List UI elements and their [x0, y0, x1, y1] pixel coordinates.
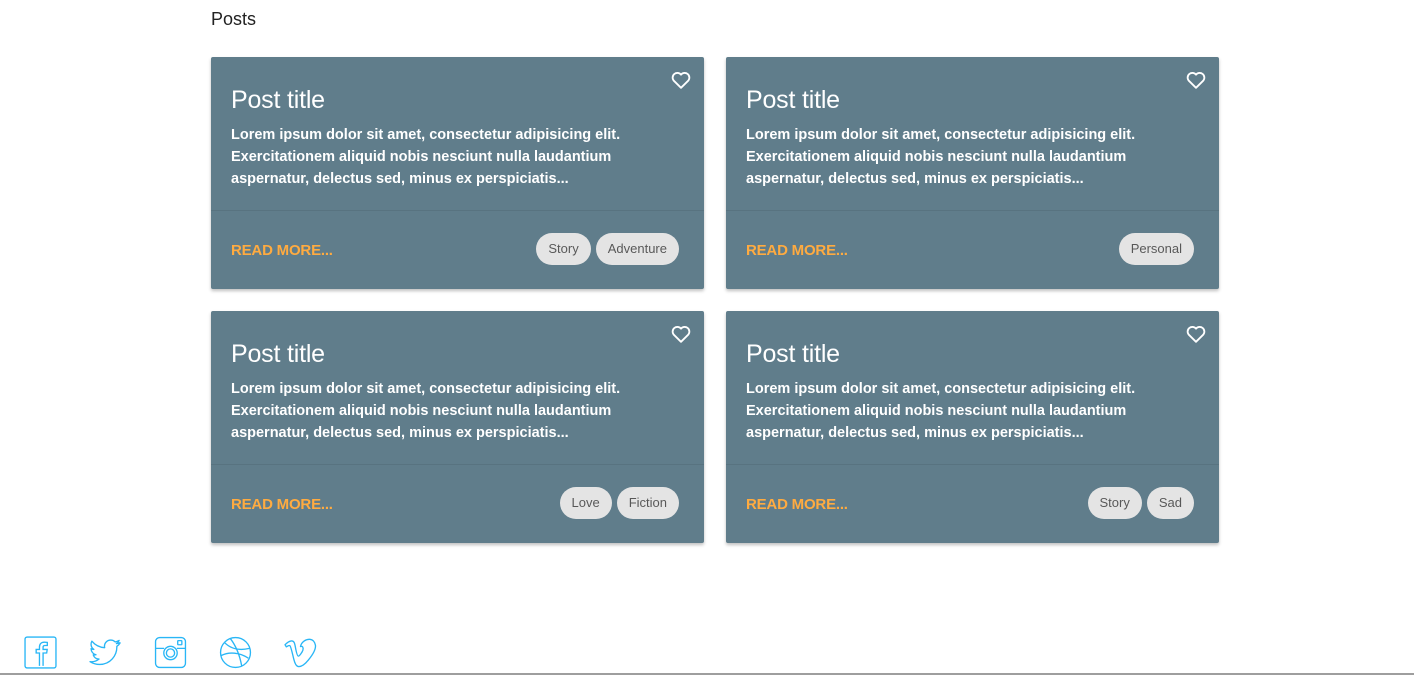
tag-list: Story Sad [1087, 486, 1194, 519]
read-more-link[interactable]: READ MORE... [231, 242, 333, 259]
tag-chip[interactable]: Love [559, 486, 612, 519]
tag-chip[interactable]: Fiction [616, 486, 679, 519]
post-card-footer: READ MORE... Story Sad [726, 465, 1219, 542]
tag-chip[interactable]: Story [536, 232, 591, 265]
tag-list: Love Fiction [559, 486, 679, 519]
instagram-icon[interactable] [154, 636, 187, 669]
post-card-footer: READ MORE... Personal [726, 211, 1219, 288]
tag-chip[interactable]: Personal [1118, 232, 1194, 265]
vimeo-icon[interactable] [284, 636, 317, 669]
post-excerpt: Lorem ipsum dolor sit amet, consectetur … [746, 127, 1136, 187]
post-excerpt: Lorem ipsum dolor sit amet, consectetur … [231, 381, 621, 441]
post-card-body: Post title Lorem ipsum dolor sit amet, c… [211, 311, 704, 465]
tag-chip[interactable]: Adventure [595, 232, 679, 265]
posts-grid: Post title Lorem ipsum dolor sit amet, c… [211, 57, 1219, 543]
heart-icon[interactable] [1185, 323, 1207, 345]
post-card: Post title Lorem ipsum dolor sit amet, c… [211, 57, 704, 289]
post-card-footer: READ MORE... Story Adventure [211, 211, 704, 288]
facebook-icon[interactable] [24, 636, 57, 669]
post-card: Post title Lorem ipsum dolor sit amet, c… [726, 57, 1219, 289]
post-card: Post title Lorem ipsum dolor sit amet, c… [726, 311, 1219, 543]
dribbble-icon[interactable] [219, 636, 252, 669]
social-links [24, 636, 349, 669]
post-title: Post title [231, 86, 325, 114]
tag-list: Personal [1118, 232, 1194, 265]
twitter-icon[interactable] [89, 636, 122, 669]
post-title: Post title [231, 340, 325, 368]
post-excerpt: Lorem ipsum dolor sit amet, consectetur … [746, 381, 1136, 441]
post-excerpt: Lorem ipsum dolor sit amet, consectetur … [231, 127, 621, 187]
read-more-link[interactable]: READ MORE... [746, 496, 848, 513]
post-title: Post title [746, 340, 840, 368]
heart-icon[interactable] [670, 69, 692, 91]
post-card-body: Post title Lorem ipsum dolor sit amet, c… [211, 57, 704, 211]
post-card: Post title Lorem ipsum dolor sit amet, c… [211, 311, 704, 543]
post-card-footer: READ MORE... Love Fiction [211, 465, 704, 542]
read-more-link[interactable]: READ MORE... [746, 242, 848, 259]
read-more-link[interactable]: READ MORE... [231, 496, 333, 513]
page-title: Posts [211, 9, 257, 29]
tag-chip[interactable]: Story [1087, 486, 1142, 519]
tag-list: Story Adventure [536, 232, 679, 265]
heart-icon[interactable] [670, 323, 692, 345]
tag-chip[interactable]: Sad [1146, 486, 1194, 519]
post-card-body: Post title Lorem ipsum dolor sit amet, c… [726, 57, 1219, 211]
post-card-body: Post title Lorem ipsum dolor sit amet, c… [726, 311, 1219, 465]
post-title: Post title [746, 86, 840, 114]
heart-icon[interactable] [1185, 69, 1207, 91]
